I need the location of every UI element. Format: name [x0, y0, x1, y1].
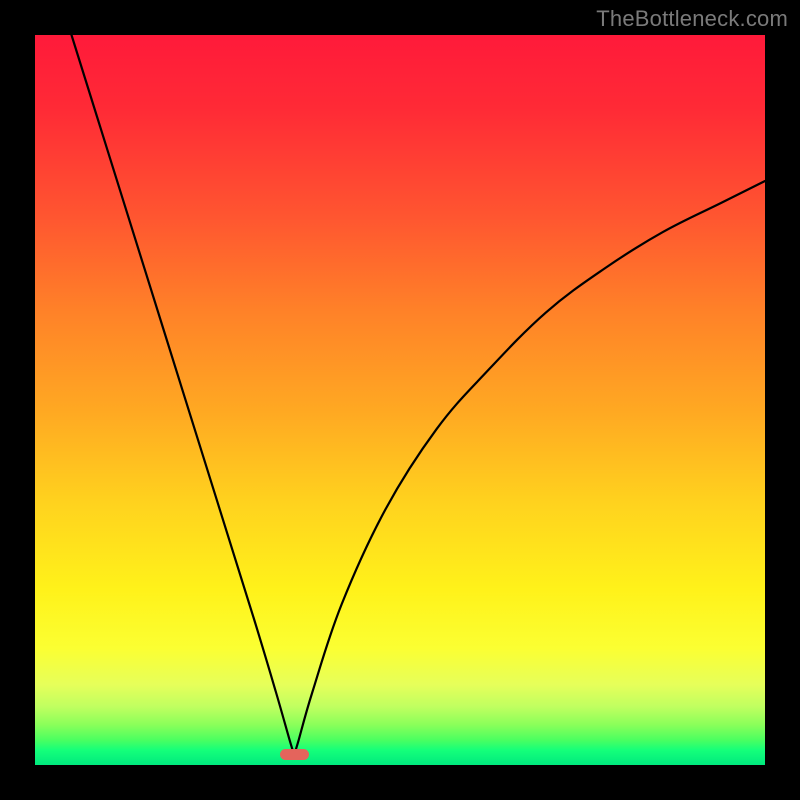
chart-frame: TheBottleneck.com: [0, 0, 800, 800]
min-marker: [280, 749, 309, 760]
plot-area: [35, 35, 765, 765]
bottleneck-curve: [35, 35, 765, 765]
watermark-text: TheBottleneck.com: [596, 6, 788, 32]
